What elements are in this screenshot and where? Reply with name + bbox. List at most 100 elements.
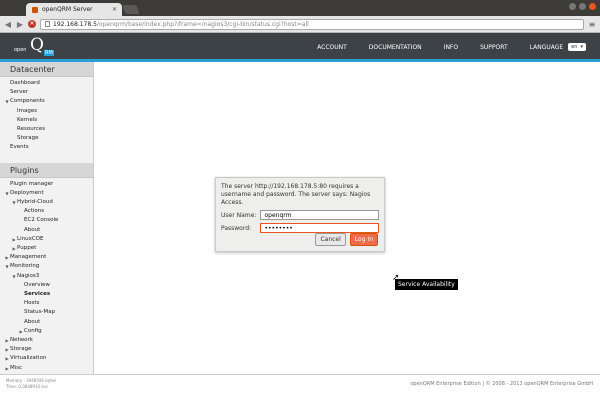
new-tab-button[interactable] (122, 5, 140, 14)
sidebar-item-dashboard[interactable]: Dashboard (0, 79, 93, 88)
sidebar-item-label: Kernels (17, 116, 38, 123)
maximize-icon[interactable] (579, 3, 586, 10)
sidebar-item-label: About (24, 318, 41, 325)
sidebar-item-label: Storage (17, 135, 39, 142)
main-content: The server http://192.168.178.5:80 requi… (95, 62, 600, 374)
menu-icon[interactable]: ≡ (588, 20, 596, 29)
sidebar-item-virtualization[interactable]: ▶ Virtualization (0, 354, 93, 363)
sidebar-item-events[interactable]: Events (0, 143, 93, 152)
browser-tab-bar: openQRM Server ✕ (0, 0, 600, 16)
sidebar-item-label: About (24, 226, 41, 233)
datacenter-heading: Datacenter (0, 62, 93, 77)
nav-documentation[interactable]: DOCUMENTATION (358, 44, 433, 51)
sidebar-item-label: Components (10, 98, 45, 105)
sidebar-item-label: Nagios3 (17, 272, 40, 279)
sidebar-item-deployment[interactable]: ▼ Deployment (0, 189, 93, 198)
sidebar-item-misc[interactable]: ▶ Misc (0, 364, 93, 373)
nav-info[interactable]: INFO (433, 44, 469, 51)
stop-icon[interactable]: ✕ (28, 20, 36, 28)
favicon-icon (32, 6, 38, 13)
sidebar-item-label: Hosts (24, 300, 40, 307)
auth-message: The server http://192.168.178.5:80 requi… (221, 183, 371, 206)
footer-memory: Memory : 3948596 bytes (6, 378, 57, 383)
back-icon[interactable]: ◀ (4, 20, 12, 29)
page-icon (45, 21, 50, 27)
browser-tab[interactable]: openQRM Server ✕ (26, 3, 122, 16)
url-path: /openqrm/base/index.php?iframe=/nagios3/… (96, 20, 309, 28)
language-label: LANGUAGE (529, 43, 564, 51)
chevron-down-icon: ▾ (580, 44, 583, 50)
forward-icon[interactable]: ▶ (16, 20, 24, 29)
sidebar-item-services[interactable]: Services (0, 290, 93, 299)
tooltip: Service Availability (395, 279, 458, 290)
footer-time: Time: 0.0848910 sec (6, 383, 49, 389)
footer-copyright: openQRM Enterprise Edition | © 2008 - 20… (410, 381, 593, 387)
sidebar-item-actions[interactable]: Actions (0, 207, 93, 216)
sidebar-item-images[interactable]: Images (0, 107, 93, 116)
sidebar-item-label: Dashboard (10, 80, 40, 86)
sidebar-item-label: Services (24, 291, 51, 298)
sidebar-item-label: Resources (17, 126, 46, 133)
plugins-menu: Plugin manager ▼ Deployment ▼ Hybrid-Cloud Ac… (0, 178, 93, 373)
sidebar-item-label: Hybrid-Cloud (17, 199, 53, 206)
sidebar: Datacenter Dashboard Server ▼ Components Ima… (0, 62, 94, 374)
sidebar-item-storage[interactable]: Storage (0, 134, 93, 143)
address-bar[interactable]: 192.168.178.5/openqrm/base/index.php?ifr… (40, 18, 584, 30)
sidebar-item-kernels[interactable]: Kernels (0, 116, 93, 125)
sidebar-item-label: Images (17, 107, 38, 114)
sidebar-item-server[interactable]: Server (0, 88, 93, 97)
sidebar-item-ec2-console[interactable]: EC2 Console (0, 216, 93, 225)
sidebar-item-plugin-manager[interactable]: Plugin manager (0, 180, 93, 189)
sidebar-item-label: Virtualization (10, 355, 47, 362)
sidebar-item-label: Overview (24, 281, 50, 288)
top-nav: ACCOUNT DOCUMENTATION INFO SUPPORT LANGU… (306, 43, 586, 51)
sidebar-item-storage[interactable]: ▶ Storage (0, 345, 93, 354)
sidebar-item-linuxcoe[interactable]: ▶ LinuxCOE (0, 235, 93, 244)
close-tab-icon[interactable]: ✕ (112, 6, 117, 13)
browser-toolbar: ◀ ▶ ✕ 192.168.178.5/openqrm/base/index.p… (0, 16, 600, 33)
auth-dialog: The server http://192.168.178.5:80 requi… (215, 177, 385, 252)
sidebar-item-label: EC2 Console (24, 217, 59, 224)
openqrm-logo[interactable]: open Q RM (14, 35, 58, 59)
minimize-icon[interactable] (569, 3, 576, 10)
sidebar-item-network[interactable]: ▶ Network (0, 336, 93, 345)
sidebar-item-hosts[interactable]: Hosts (0, 299, 93, 308)
sidebar-item-management[interactable]: ▶ Management (0, 253, 93, 262)
datacenter-menu: Dashboard Server ▼ Components Images Kernels R… (0, 77, 93, 153)
login-button[interactable]: Log In (349, 233, 378, 246)
sidebar-item-about[interactable]: About (0, 226, 93, 235)
sidebar-item-resources[interactable]: Resources (0, 125, 93, 134)
sidebar-item-label: Actions (24, 208, 45, 215)
sidebar-item-overview[interactable]: Overview (0, 281, 93, 290)
sidebar-item-label: Status-Map (24, 309, 56, 316)
sidebar-item-label: Deployment (10, 189, 44, 196)
sidebar-item-puppet[interactable]: ▶ Puppet (0, 244, 93, 253)
logo-open-text: open (14, 47, 27, 53)
nav-account[interactable]: ACCOUNT (306, 44, 358, 51)
sidebar-item-label: Events (10, 144, 29, 151)
url-host: 192.168.178.5 (53, 20, 97, 28)
sidebar-item-monitoring[interactable]: ▼ Monitoring (0, 262, 93, 271)
sidebar-item-nagios3[interactable]: ▼ Nagios3 (0, 272, 93, 281)
sidebar-item-components[interactable]: ▼ Components (0, 97, 93, 106)
sidebar-item-about[interactable]: About (0, 318, 93, 327)
sidebar-item-label: Puppet (17, 245, 37, 252)
plugins-heading: Plugins (0, 162, 93, 178)
footer: Memory : 3948596 bytes Time: 0.0848910 s… (0, 374, 600, 394)
password-input[interactable] (260, 223, 379, 233)
sidebar-item-label: Monitoring (10, 263, 40, 270)
language-value: en (571, 44, 578, 50)
nav-support[interactable]: SUPPORT (469, 44, 519, 51)
username-input[interactable] (260, 210, 379, 220)
sidebar-item-hybrid-cloud[interactable]: ▼ Hybrid-Cloud (0, 198, 93, 207)
password-label: Password: (221, 224, 252, 232)
app-header: open Q RM ACCOUNT DOCUMENTATION INFO SUP… (0, 33, 600, 62)
sidebar-item-label: Storage (10, 346, 32, 353)
sidebar-item-label: LinuxCOE (17, 235, 44, 242)
sidebar-item-label: Management (10, 254, 47, 261)
sidebar-item-status-map[interactable]: Status-Map (0, 308, 93, 317)
window-close-icon[interactable] (589, 3, 596, 10)
cancel-button[interactable]: Cancel (315, 233, 346, 246)
sidebar-item-config[interactable]: ▶ Config (0, 327, 93, 336)
language-select[interactable]: en ▾ (568, 43, 586, 51)
